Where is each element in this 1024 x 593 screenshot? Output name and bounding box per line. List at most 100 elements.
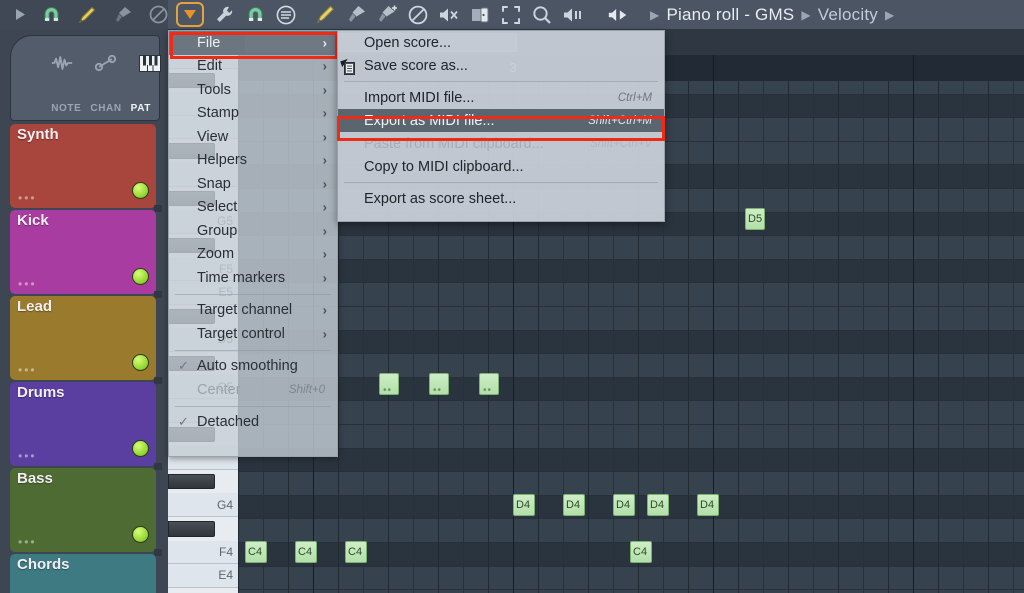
piano-roll-note[interactable]: C4	[345, 541, 367, 563]
piano-roll-note[interactable]: C4	[295, 541, 317, 563]
grid-row-G5[interactable]	[238, 236, 1024, 260]
paint-brush-icon[interactable]	[345, 4, 367, 26]
submenu-item-shortcut: Shift+Ctrl+V	[590, 138, 652, 150]
menu-item-file[interactable]: File›	[169, 31, 337, 55]
piano-key-E4[interactable]: E4	[168, 564, 238, 588]
file-submenu[interactable]: Open score...Save score as... Import MIDI…	[337, 30, 665, 222]
menu-item-center[interactable]: CenterShift+0	[169, 378, 337, 402]
channel-kick[interactable]: Kick•••	[10, 210, 156, 294]
menu-item-stamp[interactable]: Stamp›	[169, 102, 337, 126]
pencil-draw-icon[interactable]	[77, 4, 97, 26]
grid-row-B4[interactable]	[238, 425, 1024, 449]
menu-item-view[interactable]: View›	[169, 125, 337, 149]
automation-node-icon[interactable]	[95, 52, 117, 74]
playback-icon[interactable]	[562, 4, 584, 26]
paint-brush-icon[interactable]	[113, 4, 133, 26]
piano-roll-note[interactable]: ••	[429, 373, 449, 395]
pencil-draw-icon[interactable]	[314, 4, 336, 26]
waveform-icon[interactable]	[51, 52, 73, 74]
grid-row-As4[interactable]	[238, 449, 1024, 473]
channel-resize-grip[interactable]	[154, 463, 162, 470]
grid-row-F5[interactable]	[238, 283, 1024, 307]
channel-resize-grip[interactable]	[154, 291, 162, 298]
menu-item-target-channel[interactable]: Target channel›	[169, 299, 337, 323]
channel-synth[interactable]: Synth•••	[10, 124, 156, 208]
channel-led[interactable]	[132, 182, 149, 199]
wrench-tools-icon[interactable]	[213, 4, 235, 26]
mute-slash-icon[interactable]	[149, 4, 168, 26]
grid-row-G4[interactable]	[238, 519, 1024, 543]
channel-resize-grip[interactable]	[154, 205, 162, 212]
menu-dropdown-button[interactable]	[176, 2, 204, 27]
piano-roll-note[interactable]: D4	[563, 494, 585, 516]
channel-bass[interactable]: Bass•••	[10, 468, 156, 552]
grid-row-Ds5[interactable]	[238, 331, 1024, 355]
ruler-tick	[913, 55, 914, 81]
column-header-pat[interactable]: PAT	[131, 103, 151, 114]
slip-tool-icon[interactable]	[469, 4, 491, 26]
menu-item-helpers[interactable]: Helpers›	[169, 149, 337, 173]
paint-brush-add-icon[interactable]	[376, 4, 398, 26]
magnet-snap-icon[interactable]	[244, 4, 266, 26]
submenu-item-paste-from-midi-clipboard-[interactable]: Paste from MIDI clipboard...Shift+Ctrl+V	[338, 132, 664, 155]
speaker-play-icon[interactable]	[607, 4, 629, 26]
piano-key-Gs4[interactable]	[168, 474, 215, 490]
piano-roll-note[interactable]: D4	[647, 494, 669, 516]
delete-slash-icon[interactable]	[407, 4, 429, 26]
piano-key-F4[interactable]: F4	[168, 541, 238, 565]
channel-led[interactable]	[132, 268, 149, 285]
submenu-item-copy-to-midi-clipboard-[interactable]: Copy to MIDI clipboard...	[338, 155, 664, 178]
grid-row-Cs5[interactable]	[238, 378, 1024, 402]
piano-keys-icon[interactable]	[139, 52, 161, 74]
magnet-snap-icon[interactable]	[42, 4, 61, 26]
piano-roll-main-menu[interactable]: File›Edit›Tools›Stamp›View›Helpers›Snap›…	[168, 30, 338, 457]
grid-row-D5[interactable]	[238, 354, 1024, 378]
chevron-right-icon: ›	[323, 129, 327, 144]
column-header-chan[interactable]: CHAN	[90, 103, 121, 114]
piano-roll-note[interactable]: C4	[630, 541, 652, 563]
channel-led[interactable]	[132, 440, 149, 457]
grid-row-F4[interactable]	[238, 567, 1024, 591]
menu-item-snap[interactable]: Snap›	[169, 172, 337, 196]
submenu-item-save-score-as-[interactable]: Save score as...	[338, 54, 664, 77]
menu-item-tools[interactable]: Tools›	[169, 78, 337, 102]
channel-resize-grip[interactable]	[154, 377, 162, 384]
channel-lead[interactable]: Lead•••	[10, 296, 156, 380]
channel-led[interactable]	[132, 354, 149, 371]
submenu-item-export-as-midi-file-[interactable]: Export as MIDI file...Shift+Ctrl+M	[338, 109, 664, 132]
menu-item-time-markers[interactable]: Time markers›	[169, 266, 337, 290]
channel-led[interactable]	[132, 526, 149, 543]
menu-item-detached[interactable]: ✓Detached	[169, 411, 337, 435]
menu-item-group[interactable]: Group›	[169, 219, 337, 243]
piano-roll-note[interactable]: ••	[479, 373, 499, 395]
menu-item-target-control[interactable]: Target control›	[169, 322, 337, 346]
grid-row-C5[interactable]	[238, 401, 1024, 425]
piano-roll-note[interactable]: ••	[379, 373, 399, 395]
zoom-icon[interactable]	[531, 4, 553, 26]
piano-roll-note[interactable]: D4	[613, 494, 635, 516]
submenu-item-open-score-[interactable]: Open score...	[338, 31, 664, 54]
list-lines-icon[interactable]	[275, 4, 297, 26]
channel-drums[interactable]: Drums•••	[10, 382, 156, 466]
piano-roll-note[interactable]: D4	[697, 494, 719, 516]
grid-row-A4[interactable]	[238, 472, 1024, 496]
column-header-note[interactable]: NOTE	[51, 103, 81, 114]
grid-row-E5[interactable]	[238, 307, 1024, 331]
mute-icon[interactable]	[438, 4, 460, 26]
menu-item-select[interactable]: Select›	[169, 196, 337, 220]
grid-row-Fs5[interactable]	[238, 260, 1024, 284]
select-frame-icon[interactable]	[500, 4, 522, 26]
submenu-item-import-midi-file-[interactable]: Import MIDI file...Ctrl+M	[338, 86, 664, 109]
piano-key-Fs4[interactable]	[168, 521, 215, 537]
play-arrow-icon[interactable]	[14, 4, 26, 26]
piano-roll-note[interactable]: C4	[245, 541, 267, 563]
channel-chords[interactable]: Chords	[10, 554, 156, 593]
piano-key-G4[interactable]: G4	[168, 493, 238, 517]
piano-roll-note[interactable]: D4	[513, 494, 535, 516]
menu-item-auto-smoothing[interactable]: ✓Auto smoothing	[169, 355, 337, 379]
menu-item-edit[interactable]: Edit›	[169, 55, 337, 79]
submenu-item-export-as-score-sheet-[interactable]: Export as score sheet...	[338, 187, 664, 210]
menu-item-zoom[interactable]: Zoom›	[169, 243, 337, 267]
piano-roll-note[interactable]: D5	[745, 208, 765, 230]
channel-resize-grip[interactable]	[154, 549, 162, 556]
